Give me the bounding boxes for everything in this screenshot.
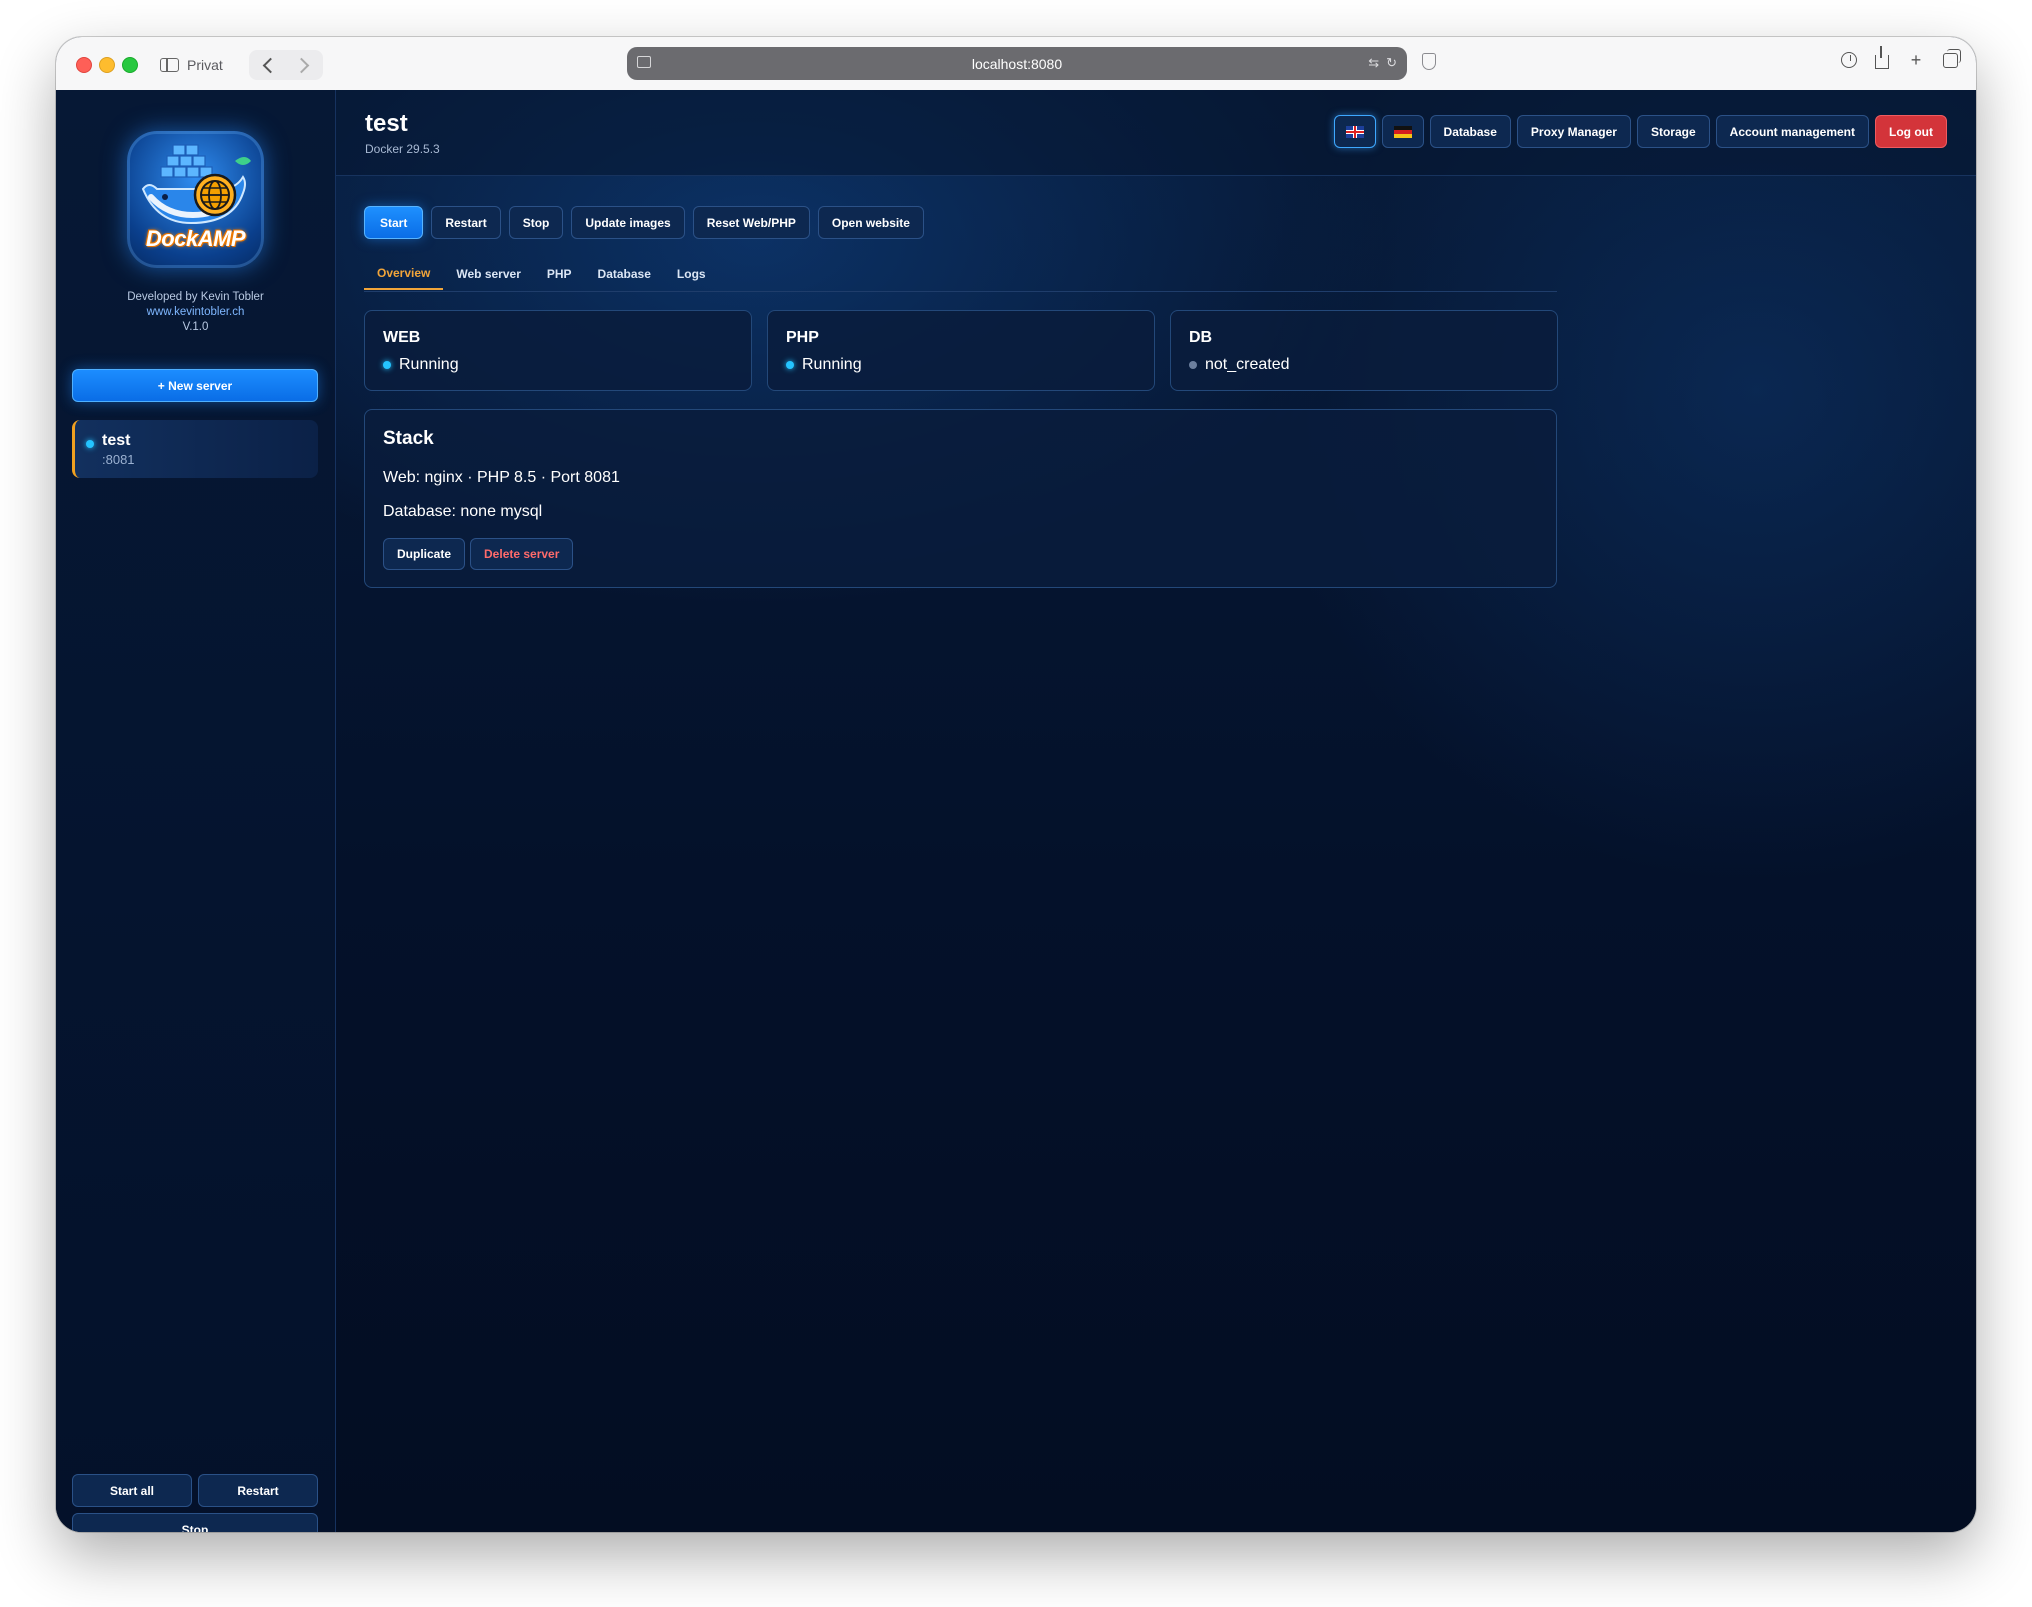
server-actions: Start Restart Stop Update images Reset W… [364, 206, 924, 239]
app-root: DockAMP Developed by Kevin Tobler www.ke… [56, 90, 1976, 1532]
url-text: localhost:8080 [971, 55, 1063, 72]
status-cards: WEB Running PHP Running DB not_created [364, 310, 1558, 391]
database-button[interactable]: Database [1429, 115, 1511, 148]
stack-database-info: Database: none mysql [383, 503, 543, 520]
db-status-card: DB not_created [1170, 310, 1558, 391]
server-status-dot [86, 440, 94, 448]
tab-overview[interactable]: Overview [364, 258, 444, 290]
top-actions: Database Proxy Manager Storage Account m… [1333, 115, 1947, 148]
language-de-button[interactable] [1381, 115, 1424, 148]
status-dot [1189, 361, 1197, 369]
new-tab-icon[interactable]: + [1907, 51, 1925, 69]
tab-web-server[interactable]: Web server [443, 258, 533, 290]
card-title: DB [1189, 329, 1213, 346]
language-en-button[interactable] [1333, 115, 1376, 148]
card-title: WEB [383, 329, 421, 346]
reset-web-php-button[interactable]: Reset Web/PHP [692, 206, 810, 239]
status-text: Running [399, 356, 459, 373]
developer-website-link[interactable]: www.kevintobler.ch [56, 305, 335, 320]
stack-card: Stack Web: nginx · PHP 8.5 · Port 8081 D… [364, 409, 1557, 588]
sidebar-icon [160, 58, 179, 72]
back-icon[interactable] [262, 57, 279, 73]
dockamp-logo: DockAMP [127, 131, 264, 268]
page-menu-icon[interactable] [637, 56, 651, 68]
web-status-card: WEB Running [364, 310, 752, 391]
card-title: PHP [786, 329, 819, 346]
server-list-item[interactable]: test :8081 [72, 420, 318, 478]
stop-button[interactable]: Stop [508, 206, 564, 239]
status-dot [383, 361, 391, 369]
restart-all-button[interactable]: Restart [198, 1474, 318, 1507]
server-name: test [102, 432, 131, 449]
delete-server-button[interactable]: Delete server [470, 538, 574, 570]
logo-text: DockAMP [145, 226, 246, 251]
reload-icon[interactable]: ↻ [1386, 55, 1397, 71]
status-dot [786, 361, 794, 369]
developer-credit: Developed by Kevin Tobler [127, 291, 264, 303]
server-tabs: Overview Web server PHP Database Logs [364, 258, 1557, 292]
browser-toolbar: Privat localhost:8080 ⇆ ↻ + [56, 37, 1976, 91]
uk-flag-icon [1345, 125, 1364, 138]
page-title: test [365, 110, 408, 137]
share-icon[interactable] [1875, 46, 1889, 69]
duplicate-button[interactable]: Duplicate [383, 538, 466, 570]
start-all-button[interactable]: Start all [72, 1474, 192, 1507]
tab-logs[interactable]: Logs [664, 258, 719, 290]
privacy-shield-icon[interactable] [1422, 53, 1436, 70]
update-images-button[interactable]: Update images [571, 206, 685, 239]
address-bar[interactable]: localhost:8080 ⇆ ↻ [627, 47, 1407, 80]
app-version: V.1.0 [182, 321, 209, 333]
storage-button[interactable]: Storage [1636, 115, 1710, 148]
browser-window: Privat localhost:8080 ⇆ ↻ + DockAMP Deve… [56, 37, 1976, 1532]
php-status-card: PHP Running [767, 310, 1155, 391]
top-bar: test Docker 29.5.3 Database Proxy Manage… [336, 90, 1976, 176]
status-text: Running [802, 356, 862, 373]
tab-database[interactable]: Database [585, 258, 664, 290]
new-server-button[interactable]: + New server [72, 369, 318, 402]
maximize-window-button[interactable] [122, 57, 138, 73]
tab-php[interactable]: PHP [534, 258, 585, 290]
stop-all-button[interactable]: Stop [72, 1513, 318, 1532]
close-window-button[interactable] [76, 57, 92, 73]
translate-icon[interactable]: ⇆ [1368, 55, 1379, 71]
sidebar-toggle-button[interactable]: Privat [160, 53, 232, 77]
forward-icon[interactable] [293, 57, 310, 73]
account-management-button[interactable]: Account management [1715, 115, 1870, 148]
downloads-icon[interactable] [1841, 52, 1857, 68]
german-flag-icon [1393, 125, 1412, 138]
stack-title: Stack [383, 428, 434, 449]
restart-button[interactable]: Restart [431, 206, 501, 239]
docker-version: Docker 29.5.3 [365, 142, 440, 156]
stack-web-info: Web: nginx · PHP 8.5 · Port 8081 [383, 469, 620, 486]
server-port: :8081 [102, 452, 135, 467]
proxy-manager-button[interactable]: Proxy Manager [1516, 115, 1631, 148]
tab-overview-icon[interactable] [1943, 48, 1961, 68]
sidebar: DockAMP Developed by Kevin Tobler www.ke… [56, 90, 336, 1532]
credits: Developed by Kevin Tobler www.kevintoble… [56, 290, 335, 335]
open-website-button[interactable]: Open website [817, 206, 924, 239]
private-label: Privat [187, 57, 223, 73]
navigation-buttons [249, 50, 323, 80]
logout-button[interactable]: Log out [1875, 115, 1947, 148]
start-button[interactable]: Start [364, 206, 424, 239]
status-text: not_created [1205, 356, 1290, 373]
minimize-window-button[interactable] [99, 57, 115, 73]
